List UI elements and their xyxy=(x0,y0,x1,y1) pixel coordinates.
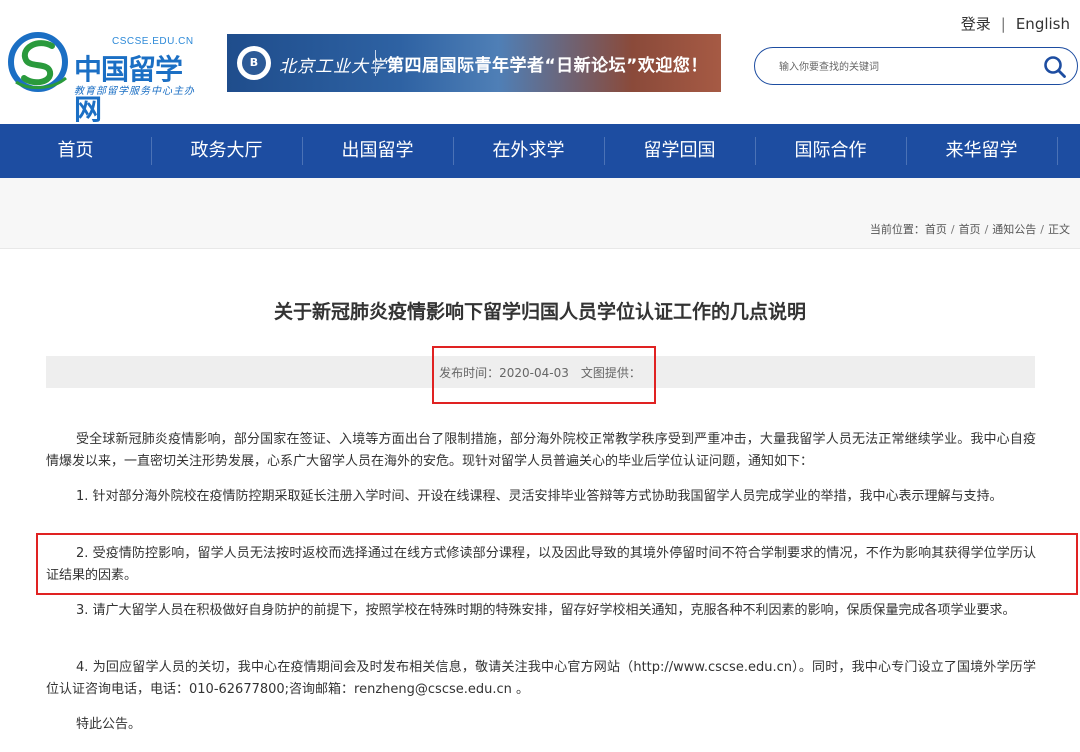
link-separator: | xyxy=(1000,15,1006,33)
site-header: CSCSE.EDU.CN 中国留学网 教育部留学服务中心主办 B 北京工业大学 … xyxy=(0,0,1080,126)
top-links: 登录 | English xyxy=(961,13,1070,34)
search-box xyxy=(754,47,1078,85)
highlight-box-date xyxy=(432,346,656,404)
site-logo[interactable]: CSCSE.EDU.CN 中国留学网 教育部留学服务中心主办 xyxy=(8,30,208,126)
article-paragraph-1: 1. 针对部分海外院校在疫情防控期采取延长注册入学时间、开设在线课程、灵活安排毕… xyxy=(76,489,1003,504)
top-banner-ad[interactable]: B 北京工业大学 第四届国际青年学者“日新论坛”欢迎您！ xyxy=(227,34,721,92)
nav-item-government-services[interactable]: 政务大厅 xyxy=(151,124,302,178)
banner-divider xyxy=(375,50,376,76)
breadcrumb: 当前位置：首页 / 首页 / 通知公告 / 正文 xyxy=(869,223,1070,236)
nav-item-study-abroad[interactable]: 出国留学 xyxy=(302,124,453,178)
highlight-box-paragraph-2 xyxy=(36,533,1078,595)
breadcrumb-item-current: 正文 xyxy=(1048,223,1070,236)
english-link[interactable]: English xyxy=(1016,15,1070,33)
banner-headline: 第四届国际青年学者“日新论坛”欢迎您！ xyxy=(387,56,708,76)
article-closing: 特此公告。 xyxy=(76,717,142,732)
school-seal-icon: B xyxy=(237,46,271,80)
breadcrumb-band xyxy=(0,178,1080,249)
logo-domain-text: CSCSE.EDU.CN xyxy=(112,36,194,47)
nav-item-studying-overseas[interactable]: 在外求学 xyxy=(453,124,604,178)
nav-item-international-cooperation[interactable]: 国际合作 xyxy=(755,124,906,178)
breadcrumb-item-notices[interactable]: 通知公告 xyxy=(992,223,1036,236)
nav-separator xyxy=(1057,137,1058,165)
login-link[interactable]: 登录 xyxy=(961,15,991,33)
breadcrumb-prefix: 当前位置： xyxy=(869,223,925,236)
nav-item-study-in-china[interactable]: 来华留学 xyxy=(906,124,1057,178)
article-paragraph-intro: 受全球新冠肺炎疫情影响，部分国家在签证、入境等方面出台了限制措施，部分海外院校正… xyxy=(46,432,1036,469)
nav-item-return-home[interactable]: 留学回国 xyxy=(604,124,755,178)
search-input[interactable] xyxy=(777,57,1031,77)
banner-school-name: 北京工业大学 xyxy=(279,57,387,77)
search-icon[interactable] xyxy=(1043,55,1067,79)
logo-emblem-icon xyxy=(8,32,68,92)
article-paragraph-4: 4. 为回应留学人员的关切，我中心在疫情期间会及时发布相关信息，敬请关注我中心官… xyxy=(46,660,1036,697)
logo-tagline: 教育部留学服务中心主办 xyxy=(74,86,195,97)
nav-item-home[interactable]: 首页 xyxy=(0,124,151,178)
article-paragraph-3: 3. 请广大留学人员在积极做好自身防护的前提下，按照学校在特殊时期的特殊安排，留… xyxy=(76,603,1016,618)
breadcrumb-item-home-2[interactable]: 首页 xyxy=(959,223,981,236)
breadcrumb-item-home[interactable]: 首页 xyxy=(925,223,947,236)
article-title: 关于新冠肺炎疫情影响下留学归国人员学位认证工作的几点说明 xyxy=(273,301,806,323)
main-nav: 首页 政务大厅 出国留学 在外求学 留学回国 国际合作 来华留学 xyxy=(0,124,1080,178)
